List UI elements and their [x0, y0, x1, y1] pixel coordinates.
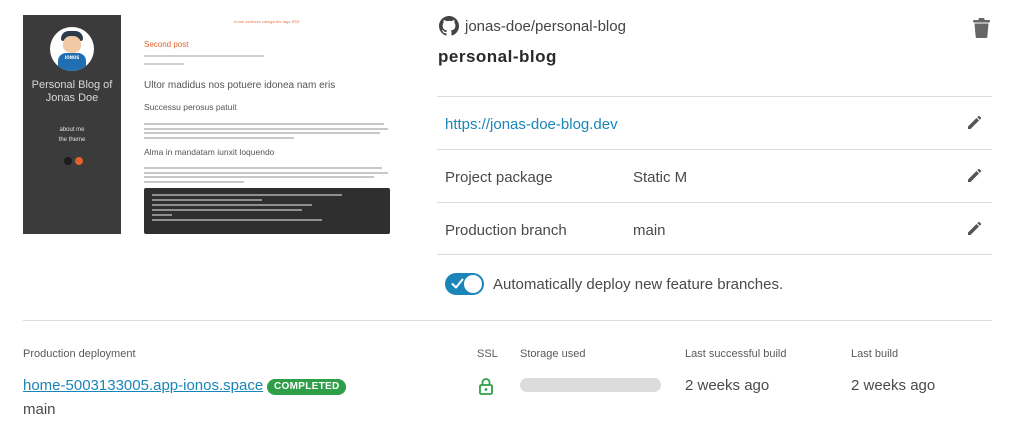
production-branch-value: main — [633, 222, 666, 239]
preview-nav-item: the theme — [58, 137, 86, 143]
preview-paragraph — [144, 123, 390, 141]
project-package-label: Project package — [445, 169, 553, 186]
toggle-knob — [464, 275, 482, 293]
repo-full-name: jonas-doe/personal-blog — [465, 17, 626, 35]
column-header-ssl: SSL — [477, 348, 498, 360]
edit-pencil-icon[interactable] — [966, 115, 982, 131]
last-successful-build-value: 2 weeks ago — [685, 377, 770, 394]
ssl-lock-icon — [479, 378, 493, 395]
status-badge: COMPLETED — [267, 379, 347, 395]
preview-social-icons — [61, 157, 85, 166]
column-header-storage: Storage used — [520, 348, 586, 360]
preview-post-meta — [144, 63, 384, 65]
repo-link[interactable]: jonas-doe/personal-blog — [439, 16, 626, 36]
preview-nav: about me the theme — [23, 125, 121, 145]
github-icon — [63, 157, 72, 165]
auto-deploy-label: Automatically deploy new feature branche… — [493, 276, 784, 293]
preview-blog-title: Personal Blog of Jonas Doe — [31, 79, 113, 104]
preview-post-meta — [144, 55, 384, 57]
preview-top-nav: home archives categories tags RSS — [234, 20, 300, 24]
column-header-last-build: Last build — [851, 348, 899, 360]
site-preview-thumbnail: IONOS Personal Blog of Jonas Doe about m… — [23, 15, 390, 234]
preview-code-block — [144, 188, 390, 234]
edit-pencil-icon[interactable] — [966, 168, 982, 184]
preview-main-content: home archives categories tags RSS Second… — [144, 15, 390, 234]
column-header-last-successful-build: Last successful build — [685, 348, 787, 360]
project-package-row: Project package Static M — [437, 149, 992, 202]
preview-heading: Successu perosus patuit — [144, 102, 237, 112]
section-divider — [23, 320, 992, 321]
production-branch-label: Production branch — [445, 222, 567, 239]
preview-sidebar: IONOS Personal Blog of Jonas Doe about m… — [23, 15, 121, 234]
column-header-production: Production deployment — [23, 348, 136, 360]
project-details: https://jonas-doe-blog.dev Project packa… — [437, 96, 992, 255]
preview-blog-subtitle — [27, 109, 117, 113]
last-build-value: 2 weeks ago — [851, 377, 936, 394]
preview-heading: Alma in mandatam iunxit loquendo — [144, 147, 275, 157]
deployment-domain-link[interactable]: home-5003133005.app-ionos.space — [23, 377, 263, 394]
auto-deploy-toggle[interactable] — [445, 273, 484, 295]
deployment-branch: main — [23, 401, 56, 418]
preview-heading: Ultor madidus nos potuere idonea nam eri… — [144, 80, 336, 91]
github-icon — [439, 16, 459, 36]
preview-avatar-tag: IONOS — [64, 55, 80, 60]
preview-nav-item: about me — [59, 127, 85, 133]
rss-icon — [74, 157, 83, 165]
preview-post-title: Second post — [144, 40, 189, 49]
production-branch-row: Production branch main — [437, 202, 992, 255]
edit-pencil-icon[interactable] — [966, 221, 982, 237]
preview-avatar: IONOS — [50, 27, 94, 71]
project-title: personal-blog — [438, 47, 557, 66]
checkmark-icon — [451, 278, 464, 289]
domain-row: https://jonas-doe-blog.dev — [437, 96, 992, 149]
delete-trash-icon[interactable] — [973, 18, 990, 38]
preview-paragraph — [144, 167, 390, 185]
storage-usage-bar — [520, 378, 661, 392]
project-package-value: Static M — [633, 169, 688, 186]
site-url-link[interactable]: https://jonas-doe-blog.dev — [445, 116, 618, 133]
